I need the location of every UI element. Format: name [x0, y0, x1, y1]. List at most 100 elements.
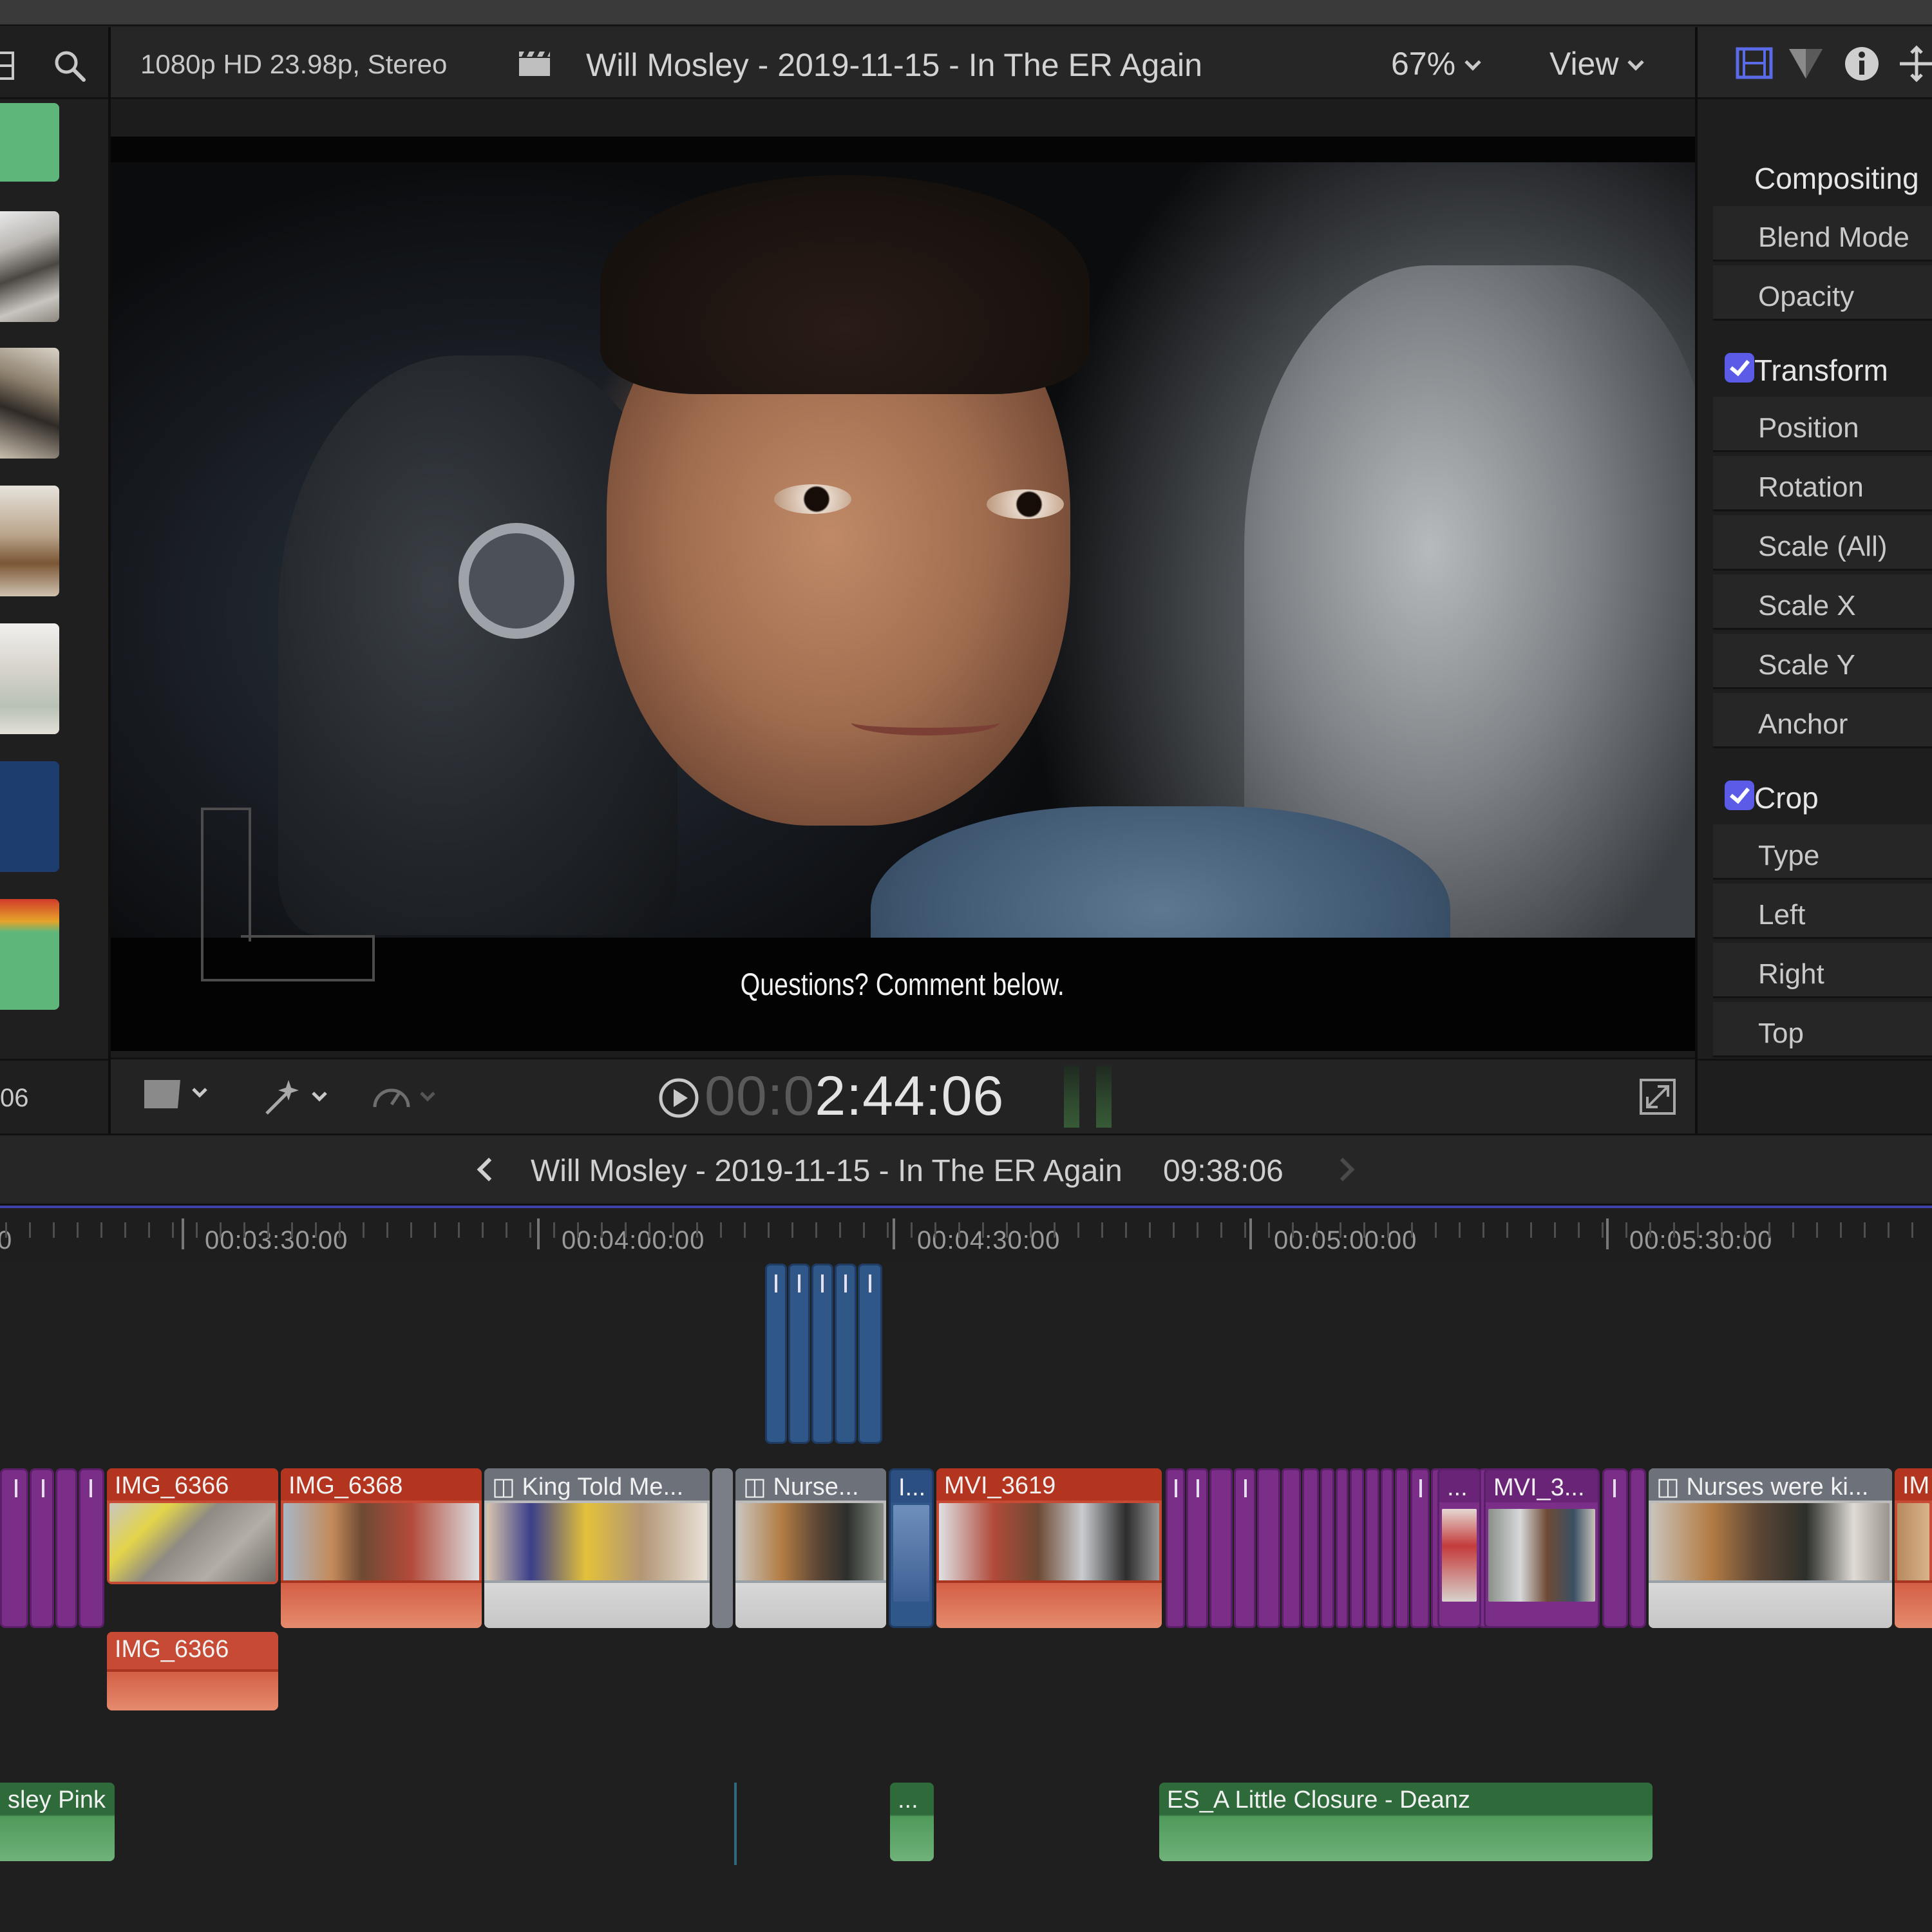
inspector-row-crop[interactable]: Crop [1713, 765, 1932, 820]
zoom-menu[interactable]: 67% [1391, 45, 1481, 82]
clip-marker [1613, 1479, 1616, 1497]
browser-clip-thumbnail[interactable] [0, 623, 59, 734]
inspector-row-opacity[interactable]: Opacity [1713, 265, 1932, 321]
timeline-tracks[interactable]: IMG_6366 IMG_6368 ◫ King Told Me... ◫ Nu… [0, 1264, 1932, 1932]
connected-title-clip[interactable] [788, 1264, 810, 1444]
title-clip[interactable] [1350, 1468, 1364, 1628]
music-clip[interactable]: ES_A Little Closure - Deanz [1159, 1783, 1653, 1861]
chevron-down-icon [1627, 54, 1645, 71]
inspector-row-scale-y[interactable]: Scale Y [1713, 634, 1932, 689]
child-hair [600, 175, 1090, 394]
audio-waveform [1159, 1816, 1653, 1861]
browser-clip-thumbnail[interactable] [0, 103, 59, 182]
timeline-ruler[interactable]: 0 00:03:30:00 00:04:00:00 00:04:30:00 00… [0, 1206, 1932, 1264]
connection-line [734, 1783, 737, 1865]
inspector-row-right[interactable]: Right [1713, 943, 1932, 998]
browser-clip-thumbnail[interactable] [0, 899, 59, 1010]
fullscreen-icon[interactable] [1637, 1076, 1678, 1117]
title-clip[interactable] [1257, 1468, 1280, 1628]
title-clip[interactable] [1410, 1468, 1430, 1628]
title-clip[interactable] [1209, 1468, 1233, 1628]
ruler-tick [5, 1222, 7, 1238]
inspector-row-transform[interactable]: Transform [1713, 337, 1932, 393]
browser-clip-thumbnail[interactable] [0, 761, 59, 872]
title-clip[interactable] [79, 1468, 104, 1628]
chevron-left-icon[interactable] [477, 1157, 501, 1182]
title-clip[interactable] [55, 1468, 77, 1628]
music-clip[interactable]: ... [890, 1783, 934, 1861]
browser-header [0, 27, 108, 99]
compound-clip[interactable]: ◫ Nurse... [735, 1468, 886, 1628]
ruler-tick [1387, 1222, 1389, 1238]
enable-checkbox[interactable] [1725, 353, 1754, 383]
compound-clip[interactable] [712, 1468, 733, 1628]
inspector-row-anchor[interactable]: Anchor [1713, 693, 1932, 748]
title-clip[interactable] [1602, 1468, 1628, 1628]
audio-clip[interactable]: IMG_6366 [107, 1632, 278, 1710]
clip-title: ES_A Little Closure - Deanz [1159, 1783, 1653, 1815]
title-clip[interactable] [1629, 1468, 1646, 1628]
title-clip[interactable] [1234, 1468, 1256, 1628]
title-clip[interactable] [1302, 1468, 1319, 1628]
play-button-icon[interactable] [657, 1076, 701, 1120]
compound-clip[interactable]: ◫ Nurses were ki... [1649, 1468, 1892, 1628]
video-inspector-icon[interactable] [1735, 45, 1774, 81]
connected-title-clip[interactable] [858, 1264, 882, 1444]
info-icon[interactable] [1843, 45, 1880, 82]
title-clip[interactable] [1320, 1468, 1334, 1628]
chevron-right-icon[interactable] [1331, 1157, 1355, 1182]
title-clip[interactable] [1166, 1468, 1185, 1628]
title-clip[interactable] [1186, 1468, 1208, 1628]
inspector-row-compositing[interactable]: Compositing [1713, 146, 1932, 201]
inspector-row-scale-all[interactable]: Scale (All) [1713, 515, 1932, 571]
video-clip[interactable]: MVI_3619 [936, 1468, 1162, 1628]
inspector-row-scale-x[interactable]: Scale X [1713, 574, 1932, 630]
filmstrip-icon[interactable] [0, 52, 15, 80]
inspector-row-rotation[interactable]: Rotation [1713, 456, 1932, 511]
inspector-row-type[interactable]: Type [1713, 824, 1932, 880]
browser-clip-thumbnail[interactable] [0, 348, 59, 459]
viewer-canvas[interactable]: Questions? Comment below. [111, 137, 1695, 1051]
compound-clip[interactable]: ◫ King Told Me... [484, 1468, 710, 1628]
magic-wand-icon[interactable] [260, 1075, 331, 1120]
ruler-tick [553, 1222, 555, 1238]
connected-title-clip[interactable] [811, 1264, 833, 1444]
video-clip[interactable]: IMG_6366 [107, 1468, 278, 1584]
view-menu[interactable]: View [1549, 45, 1645, 82]
title-clip[interactable] [1381, 1468, 1394, 1628]
viewer-pane: 1080p HD 23.98p, Stereo Will Mosley - 20… [111, 27, 1695, 1133]
title-clip[interactable]: ... [1437, 1468, 1481, 1628]
inspector-row-top[interactable]: Top [1713, 1002, 1932, 1057]
title-clip[interactable]: MVI_3... [1484, 1468, 1600, 1628]
inspector-row-position[interactable]: Position [1713, 397, 1932, 452]
inspector-row-left[interactable]: Left [1713, 884, 1932, 939]
ruler-major-tick [182, 1218, 184, 1249]
enable-checkbox[interactable] [1725, 781, 1754, 810]
retime-speed-icon[interactable] [368, 1075, 439, 1120]
video-clip[interactable]: IMG_6368 [281, 1468, 482, 1628]
transform-inspector-icon[interactable] [1897, 45, 1932, 82]
search-icon[interactable] [53, 49, 86, 82]
browser-clip-thumbnail[interactable] [0, 211, 59, 322]
ruler-tick [1149, 1222, 1151, 1238]
inspector-row-blend-mode[interactable]: Blend Mode [1713, 206, 1932, 261]
title-clip[interactable] [0, 1468, 28, 1628]
browser-clip-thumbnail[interactable] [0, 486, 59, 596]
music-clip[interactable]: sley Pink [0, 1783, 115, 1861]
audio-waveform [107, 1669, 278, 1710]
title-clip[interactable] [1395, 1468, 1409, 1628]
title-clip[interactable] [1365, 1468, 1379, 1628]
timecode-display[interactable]: 00:02:44:06 [705, 1065, 1004, 1128]
color-inspector-icon[interactable] [1786, 46, 1825, 81]
title-clip[interactable] [1282, 1468, 1301, 1628]
ruler-tick [720, 1222, 722, 1238]
connected-title-clip[interactable] [765, 1264, 787, 1444]
child-eye [987, 489, 1064, 519]
title-clip[interactable] [30, 1468, 54, 1628]
format-label[interactable]: 1080p HD 23.98p, Stereo [140, 49, 447, 80]
video-clip[interactable]: IM [1895, 1468, 1932, 1628]
title-clip[interactable] [1336, 1468, 1349, 1628]
connected-title-clip[interactable]: I... [889, 1468, 934, 1628]
view-mode-icon[interactable] [140, 1075, 211, 1113]
connected-title-clip[interactable] [835, 1264, 857, 1444]
